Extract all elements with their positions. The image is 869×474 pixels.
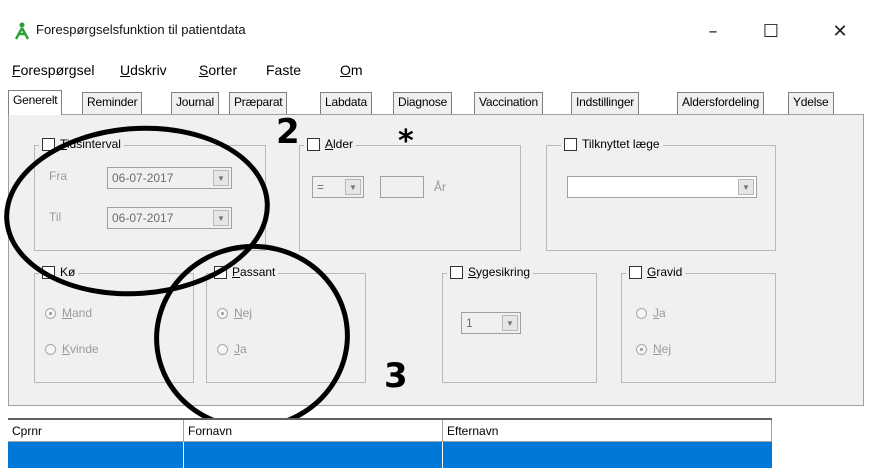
tilknyttet-laege-select[interactable]: ▼ (567, 176, 757, 198)
tilknyttet-legend: Tilknyttet læge (561, 137, 663, 151)
menu-foresporgsel[interactable]: Forespørgsel (12, 62, 94, 78)
cell-efternavn[interactable] (443, 442, 772, 468)
close-button[interactable]: ✕ (817, 16, 863, 48)
chevron-down-icon[interactable]: ▼ (345, 179, 361, 195)
menu-faste[interactable]: Faste (266, 62, 301, 78)
menu-om[interactable]: Om (340, 62, 363, 78)
radio-gravid-nej[interactable]: Nej (636, 342, 671, 356)
alder-group: Alder = ▼ År (299, 137, 521, 251)
sygesikring-group: Sygesikring 1 ▼ (442, 265, 597, 383)
tab-labdata[interactable]: Labdata (320, 92, 372, 114)
radio-mand[interactable]: Mand (45, 306, 92, 320)
column-header-efternavn[interactable]: Efternavn (443, 420, 772, 442)
alder-unit-label: År (434, 180, 446, 194)
tab-strip: Generelt Reminder Journal Præparat Labda… (8, 90, 864, 115)
tab-indstillinger[interactable]: Indstillinger (571, 92, 640, 114)
maximize-button[interactable]: ☐ (748, 16, 794, 48)
tab-generelt[interactable]: Generelt (8, 90, 63, 115)
alder-label: Alder (325, 137, 354, 151)
column-header-fornavn[interactable]: Fornavn (184, 420, 443, 442)
window-title: Forespørgselsfunktion til patientdata (36, 22, 246, 37)
alder-operator-select[interactable]: = ▼ (312, 176, 364, 198)
chevron-down-icon[interactable]: ▼ (738, 179, 754, 195)
annotation-star: * (398, 124, 414, 159)
cell-cprnr[interactable] (8, 442, 184, 468)
chevron-down-icon[interactable]: ▼ (502, 315, 518, 331)
radio-kvinde[interactable]: Kvinde (45, 342, 99, 356)
tab-reminder[interactable]: Reminder (82, 92, 143, 114)
gravid-legend: Gravid (626, 265, 686, 279)
alder-operator-value: = (317, 180, 325, 194)
radio-dot (636, 307, 647, 319)
annotation-number-3: 3 (384, 356, 408, 396)
alder-legend: Alder (304, 137, 357, 151)
table-row-selected[interactable] (8, 442, 772, 468)
minimize-button[interactable]: – (690, 16, 736, 48)
tab-vaccination[interactable]: Vaccination (474, 92, 543, 114)
gravid-group: Gravid Ja Nej (621, 265, 776, 383)
sygesikring-select[interactable]: 1 ▼ (461, 312, 521, 334)
menu-udskriv[interactable]: Udskriv (120, 62, 167, 78)
radio-dot (636, 343, 647, 355)
radio-dot (45, 307, 56, 319)
alder-value-input[interactable] (380, 176, 424, 198)
tilknyttet-label: Tilknyttet læge (582, 137, 660, 151)
results-grid-header: Cprnr Fornavn Efternavn (8, 418, 772, 442)
app-icon (14, 22, 30, 40)
alder-checkbox[interactable] (307, 137, 320, 151)
cell-fornavn[interactable] (184, 442, 443, 468)
gravid-label: Gravid (647, 265, 683, 279)
tab-praeparat[interactable]: Præparat (229, 92, 288, 114)
tab-ydelse[interactable]: Ydelse (788, 92, 834, 114)
tab-aldersfordeling[interactable]: Aldersfordeling (677, 92, 765, 114)
tilknyttet-checkbox[interactable] (564, 137, 577, 151)
annotation-number-2: 2 (276, 112, 300, 152)
menu-sorter[interactable]: Sorter (199, 62, 237, 78)
sygesikring-label: Sygesikring (468, 265, 531, 279)
radio-dot (45, 343, 56, 355)
column-header-cprnr[interactable]: Cprnr (8, 420, 184, 442)
tab-diagnose[interactable]: Diagnose (393, 92, 453, 114)
tab-journal[interactable]: Journal (171, 92, 219, 114)
tilknyttet-laege-group: Tilknyttet læge ▼ (546, 137, 776, 251)
sygesikring-legend: Sygesikring (447, 265, 534, 279)
gravid-checkbox[interactable] (629, 265, 642, 279)
radio-gravid-ja[interactable]: Ja (636, 306, 666, 320)
sygesikring-checkbox[interactable] (450, 265, 463, 279)
title-bar: Forespørgselsfunktion til patientdata – … (0, 0, 869, 52)
